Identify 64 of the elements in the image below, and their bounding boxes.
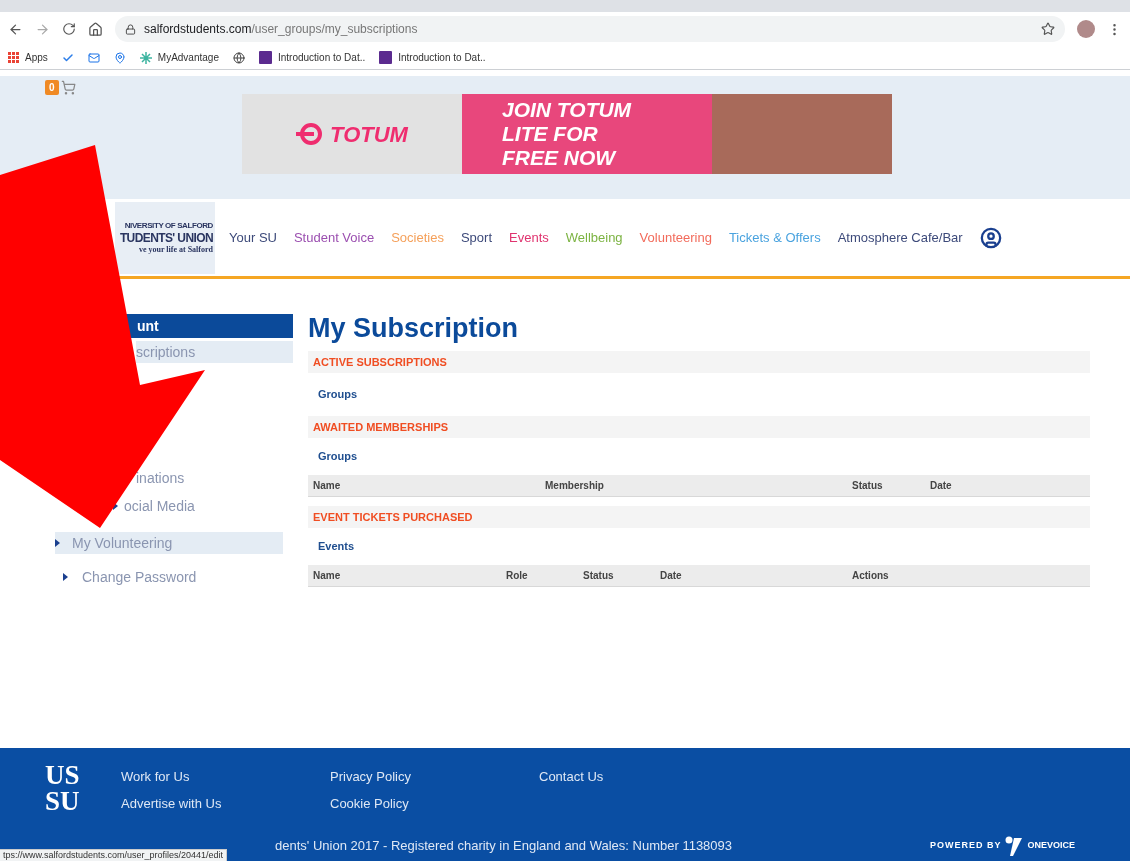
nav-link[interactable]: Sport [460,227,492,248]
section-header: EVENT TICKETS PURCHASED [308,506,1090,528]
banner-brand: TOTUM [330,120,408,149]
m-logo-icon [379,51,393,64]
column-header: Name [313,569,341,583]
footer-link[interactable]: Privacy Policy [330,767,411,787]
column-header: Name [313,479,341,493]
url-host: salfordstudents.com [144,21,252,38]
onevoice-mark-icon [1005,836,1024,856]
section-subheading: Events [318,539,355,555]
section-subheading: Groups [318,387,358,403]
check-icon [61,51,74,64]
bookmark-star-icon[interactable] [1041,22,1055,36]
bookmark-link[interactable]: Introduction to Dat.. [277,50,366,65]
column-header: Membership [545,479,604,493]
footer-link[interactable]: Cookie Policy [330,793,409,813]
column-header: Role [506,569,528,583]
column-header: Status [852,479,883,493]
nav-link[interactable]: Events [509,227,549,248]
m-logo-icon [258,51,272,64]
lock-icon [125,23,136,35]
home-icon[interactable] [88,21,103,37]
status-url: tps://www.salfordstudents.com/user_profiles/20441/edit [0,849,228,861]
reload-icon[interactable] [62,22,76,36]
powered-by-brand: ONEVOICE [1027,839,1075,853]
bookmark-link[interactable]: MyAdvantage [157,50,219,65]
account-icon[interactable] [979,226,1002,249]
bullet-icon [63,573,68,581]
copyright-text: dents' Union 2017 - Registered charity in England and Wales: Number 1138093 [275,837,733,856]
logo-tagline: ve your life at Salford [138,245,213,254]
column-header: Date [930,479,952,493]
column-header: Date [660,569,682,583]
address-bar[interactable]: salfordstudents.com/user_groups/my_subscriptions [115,16,1065,42]
powered-by-label: POWERED BY [929,839,1002,853]
section-subheading: Groups [318,449,358,465]
footer-logo: US SU [45,762,81,814]
logo-text: TUDENTS' UNION [119,231,213,244]
bullet-icon [55,539,60,547]
globe-icon [232,51,245,64]
bookmark-link[interactable]: Apps [25,50,48,65]
footer-link[interactable]: Advertise with Us [121,793,222,813]
pin-icon [113,51,126,64]
column-header: Actions [852,569,889,583]
footer-link[interactable]: Work for Us [121,767,190,787]
logo-text: NIVERSITY OF SALFORD [124,221,213,230]
bookmark-link[interactable]: Introduction to Dat.. [398,50,486,65]
cart-count-badge: 0 [45,80,59,95]
page-title: My Subscription [308,312,518,345]
ad-banner[interactable]: TOTUM JOIN TOTUM LITE FOR FREE NOW [242,94,892,174]
sparkle-icon [139,51,152,64]
banner-headline: JOIN TOTUM LITE FOR FREE NOW [502,98,632,170]
url-path: /user_groups/my_subscriptions [251,21,418,38]
apps-grid-icon [8,52,19,63]
mail-icon [87,51,100,64]
cart-icon[interactable] [60,80,76,95]
nav-link[interactable]: Student Voice [293,227,375,248]
nav-link[interactable]: Your SU [229,227,277,248]
back-icon[interactable] [8,21,23,37]
nav-link[interactable]: Atmosphere Cafe/Bar [837,227,963,248]
section-header: ACTIVE SUBSCRIPTIONS [308,351,1090,373]
column-header: Status [583,569,614,583]
section-header: AWAITED MEMBERSHIPS [308,416,1090,438]
footer-link[interactable]: Contact Us [539,767,604,787]
profile-avatar[interactable] [1077,20,1095,38]
